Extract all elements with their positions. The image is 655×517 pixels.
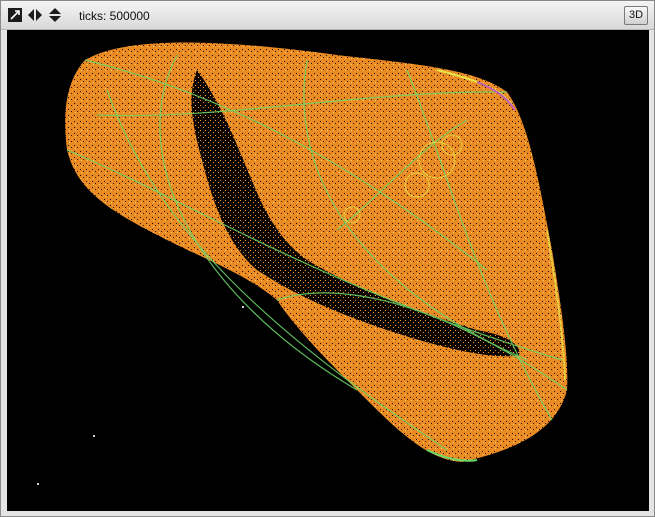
world-view[interactable]	[7, 30, 649, 511]
ticks-counter: ticks: 500000	[79, 9, 150, 23]
attractor-body	[65, 42, 568, 462]
view-3d-button[interactable]: 3D	[624, 6, 648, 25]
turtle-world-window: ticks: 500000 3D	[0, 0, 655, 517]
up-down-arrows-icon[interactable]	[47, 7, 63, 23]
window-titlebar: ticks: 500000 3D	[1, 1, 654, 30]
left-right-arrows-icon[interactable]	[27, 7, 43, 23]
zoom-box-icon[interactable]	[7, 7, 23, 23]
stray-points	[37, 306, 244, 485]
attractor-plot	[37, 42, 568, 485]
